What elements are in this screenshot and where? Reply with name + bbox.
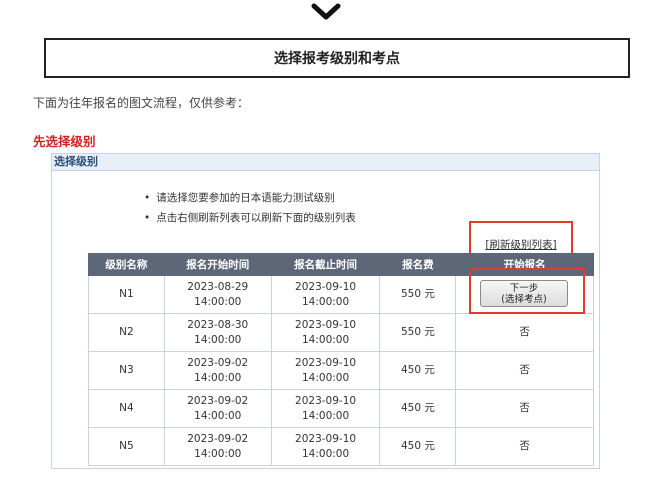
- action-cell: 否: [455, 427, 594, 466]
- instruction-list: 请选择您要参加的日本语能力测试级别 点击右侧刷新列表可以刷新下面的级别列表: [144, 188, 356, 228]
- level-cell: N4: [88, 389, 165, 428]
- start-time-cell: 2023-09-02 14:00:00: [163, 351, 272, 390]
- instruction-item: 请选择您要参加的日本语能力测试级别: [144, 188, 356, 208]
- instruction-item: 点击右侧刷新列表可以刷新下面的级别列表: [144, 208, 356, 228]
- end-time-cell: 2023-09-10 14:00:00: [270, 351, 381, 390]
- level-cell: N1: [88, 275, 165, 314]
- table-row: N5 2023-09-02 14:00:00 2023-09-10 14:00:00…: [88, 427, 594, 466]
- fee-cell: 450 元: [379, 427, 457, 466]
- next-step-sublabel: (选择考点): [501, 294, 547, 305]
- column-header: 报名截止时间: [270, 253, 381, 276]
- section-title: 先选择级别: [33, 134, 96, 149]
- level-cell: N5: [88, 427, 165, 466]
- column-header: 级别名称: [88, 253, 165, 276]
- step-title-box: 选择报考级别和考点: [44, 38, 630, 78]
- level-cell: N2: [88, 313, 165, 352]
- start-time-cell: 2023-09-02 14:00:00: [163, 427, 272, 466]
- fee-cell: 550 元: [379, 313, 457, 352]
- column-header: 报名开始时间: [163, 253, 272, 276]
- fee-cell: 450 元: [379, 351, 457, 390]
- table-row: N4 2023-09-02 14:00:00 2023-09-10 14:00:00…: [88, 389, 594, 428]
- level-selection-panel: 选择级别 请选择您要参加的日本语能力测试级别 点击右侧刷新列表可以刷新下面的级别…: [51, 153, 600, 469]
- start-time-cell: 2023-09-02 14:00:00: [163, 389, 272, 428]
- column-header: 报名费: [379, 253, 457, 276]
- chevron-down-icon: [311, 3, 341, 21]
- level-cell: N3: [88, 351, 165, 390]
- refresh-highlight: [刷新级别列表]: [469, 221, 573, 256]
- intro-text: 下面为往年报名的图文流程，仅供参考：: [33, 96, 250, 110]
- end-time-cell: 2023-09-10 14:00:00: [270, 427, 381, 466]
- fee-cell: 550 元: [379, 275, 457, 314]
- refresh-list-link[interactable]: [刷新级别列表]: [485, 237, 556, 252]
- next-step-label: 下一步: [509, 283, 539, 294]
- action-cell: 否: [455, 351, 594, 390]
- start-time-cell: 2023-08-30 14:00:00: [163, 313, 272, 352]
- panel-title: 选择级别: [52, 154, 599, 171]
- end-time-cell: 2023-09-10 14:00:00: [270, 313, 381, 352]
- table-row: N3 2023-09-02 14:00:00 2023-09-10 14:00:00…: [88, 351, 594, 390]
- action-cell: 否: [455, 313, 594, 352]
- table-row: N2 2023-08-30 14:00:00 2023-09-10 14:00:00…: [88, 313, 594, 352]
- end-time-cell: 2023-09-10 14:00:00: [270, 275, 381, 314]
- action-cell: 否: [455, 389, 594, 428]
- fee-cell: 450 元: [379, 389, 457, 428]
- next-step-button[interactable]: 下一步 (选择考点): [480, 280, 568, 307]
- step-title: 选择报考级别和考点: [274, 51, 400, 67]
- end-time-cell: 2023-09-10 14:00:00: [270, 389, 381, 428]
- start-time-cell: 2023-08-29 14:00:00: [163, 275, 272, 314]
